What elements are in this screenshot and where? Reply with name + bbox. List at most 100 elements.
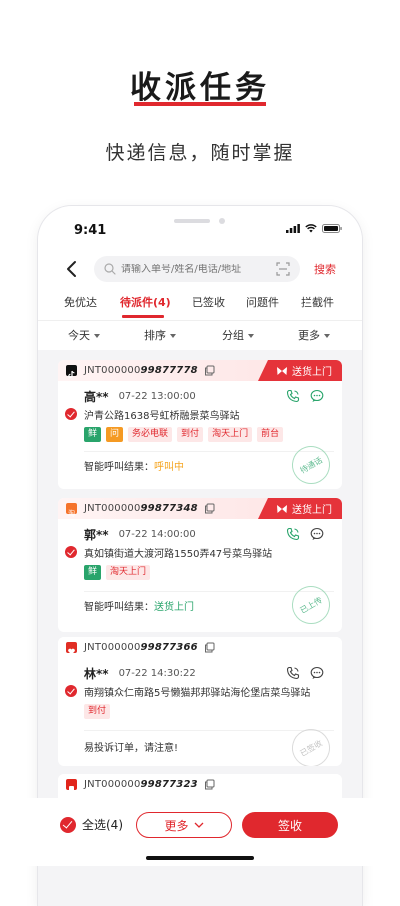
svg-text:淘: 淘 xyxy=(68,509,75,518)
copy-icon[interactable] xyxy=(204,503,215,514)
camera-dot xyxy=(219,218,225,224)
copy-icon[interactable] xyxy=(204,365,215,376)
card-header: 淘 JNT00000099877348 送货上门 xyxy=(58,498,342,519)
card-header: JNT00000099877366 xyxy=(58,637,342,658)
tab-intercepted[interactable]: 拦截件 xyxy=(301,294,334,310)
battery-icon xyxy=(322,224,342,233)
waybill-prefix: JNT000000 xyxy=(84,779,141,790)
caret-down-icon xyxy=(94,333,100,338)
recipient-name: 林** xyxy=(84,666,109,681)
status-icons xyxy=(286,224,342,233)
tag-taotian-door: 淘天上门 xyxy=(208,427,253,442)
hero-subtitle: 快递信息，随时掌握 xyxy=(105,142,295,164)
recipient-line: 高** 07-22 13:00:00 xyxy=(66,387,334,405)
message-icon[interactable] xyxy=(310,389,324,403)
search-button[interactable]: 搜索 xyxy=(314,261,336,277)
tag-must-call: 务必电联 xyxy=(128,427,173,442)
filter-more-label: 更多 xyxy=(298,329,320,342)
parcel-card[interactable]: 淘 JNT00000099877348 送货上门 郭** 07-22 14:00… xyxy=(58,498,342,632)
tab-mianyouda[interactable]: 免优达 xyxy=(64,294,97,310)
pinduoduo-icon xyxy=(66,642,77,655)
search-box[interactable] xyxy=(94,256,300,282)
phone-icon[interactable] xyxy=(286,389,300,403)
message-icon[interactable] xyxy=(310,527,324,541)
checkbox-checked[interactable] xyxy=(65,546,77,558)
tag-list: 鲜 淘天上门 xyxy=(66,565,334,581)
complaint-warning-line: 易投诉订单，请注意! 已签收 xyxy=(66,722,337,766)
address-line: 南翔镇众仁南路5号懒猫邦邦驿站海伦堡店菜鸟驿站 xyxy=(65,682,334,700)
message-icon[interactable] xyxy=(310,666,324,680)
tag-fresh: 鲜 xyxy=(84,427,102,442)
waybill-number: JNT00000099877323 xyxy=(84,779,198,790)
hero-underline xyxy=(134,102,266,106)
delivery-time: 07-22 14:30:22 xyxy=(118,667,196,679)
ribbon-label: 送货上门 xyxy=(292,367,332,378)
address-line: 真如镇街道大渡河路1550弄47号菜鸟驿站 xyxy=(65,543,334,561)
delivery-ribbon: 送货上门 xyxy=(258,498,342,519)
tag-list: 鲜 问 务必电联 到付 淘天上门 前台 xyxy=(66,427,334,443)
checkbox-checked[interactable] xyxy=(65,408,77,420)
filter-sort[interactable]: 排序 xyxy=(144,327,176,343)
waybill-prefix: JNT000000 xyxy=(84,503,141,514)
parcel-card[interactable]: JNT00000099877778 送货上门 高** 07-22 13:00:0… xyxy=(58,360,342,489)
bottom-action-bar: 全选(4) 更多 签收 xyxy=(0,798,400,866)
waybill-number: JNT00000099877366 xyxy=(84,642,198,653)
call-result-label: 智能呼叫结果： xyxy=(84,601,154,613)
signal-icon xyxy=(286,224,300,233)
select-all[interactable]: 全选(4) xyxy=(60,816,123,833)
tab-pending-delivery[interactable]: 待派件(4) xyxy=(120,294,171,310)
active-tab-indicator xyxy=(122,315,164,318)
complaint-warning: 易投诉订单，请注意! xyxy=(84,742,179,754)
hero-title: 收派任务 xyxy=(130,70,270,106)
recipient-name: 高** xyxy=(84,389,109,404)
checkbox-checked[interactable] xyxy=(65,685,77,697)
tag-front-desk: 前台 xyxy=(257,427,284,442)
filter-bar: 今天 排序 分组 更多 xyxy=(38,327,362,345)
tag-question: 问 xyxy=(106,427,124,442)
more-button-label: 更多 xyxy=(164,818,189,833)
delivery-time: 07-22 14:00:00 xyxy=(118,528,196,540)
card-header: JNT00000099877323 xyxy=(58,774,342,795)
phone-icon[interactable] xyxy=(286,666,300,680)
recipient-name: 郭** xyxy=(84,527,109,542)
caret-down-icon xyxy=(248,333,254,338)
select-all-label: 全选(4) xyxy=(82,818,123,832)
call-result-line: 智能呼叫结果： 送货上门 已上传 xyxy=(66,579,337,631)
call-result-line: 智能呼叫结果： 呼叫中 待通话 xyxy=(66,439,337,489)
tab-signed[interactable]: 已签收 xyxy=(192,294,225,310)
select-all-checkbox[interactable] xyxy=(60,816,76,833)
tab-problem[interactable]: 问题件 xyxy=(246,294,279,310)
app-header: 9:41 搜索 免优达 待派件(4) 已签收 问题件 拦截件 今天 xyxy=(38,206,362,350)
address-text: 南翔镇众仁南路5号懒猫邦邦驿站海伦堡店菜鸟驿站 xyxy=(84,687,311,699)
card-header: JNT00000099877778 送货上门 xyxy=(58,360,342,381)
waybill-number: JNT00000099877348 xyxy=(84,503,198,514)
parcel-card[interactable]: JNT00000099877366 林** 07-22 14:30:22 南翔镇… xyxy=(58,637,342,766)
card-body: 郭** 07-22 14:00:00 真如镇街道大渡河路1550弄47号菜鸟驿站… xyxy=(58,519,342,631)
card-body: 高** 07-22 13:00:00 沪青公路1638号虹桥融景菜鸟驿站 鲜 问… xyxy=(58,381,342,489)
delivery-ribbon: 送货上门 xyxy=(258,360,342,381)
sign-button[interactable]: 签收 xyxy=(242,812,338,838)
filter-group[interactable]: 分组 xyxy=(222,327,254,343)
recipient-line: 郭** 07-22 14:00:00 xyxy=(66,525,334,543)
tiktok-icon xyxy=(66,365,77,379)
status-tabs: 免优达 待派件(4) 已签收 问题件 拦截件 xyxy=(38,294,362,318)
status-time: 9:41 xyxy=(74,223,107,238)
filter-date[interactable]: 今天 xyxy=(68,327,100,343)
home-indicator xyxy=(146,856,254,860)
scan-icon[interactable] xyxy=(276,262,290,276)
chevron-down-icon xyxy=(194,822,203,828)
call-result-value: 送货上门 xyxy=(154,601,194,613)
waybill-number: JNT00000099877778 xyxy=(84,365,198,376)
waybill-suffix: 99877778 xyxy=(140,365,198,376)
delivery-time: 07-22 13:00:00 xyxy=(118,390,196,402)
more-button[interactable]: 更多 xyxy=(136,812,232,838)
copy-icon[interactable] xyxy=(204,642,215,653)
waybill-suffix: 99877348 xyxy=(140,503,198,514)
back-arrow-icon[interactable] xyxy=(64,259,80,279)
copy-icon[interactable] xyxy=(204,779,215,790)
filter-more[interactable]: 更多 xyxy=(298,327,330,343)
search-input[interactable] xyxy=(121,263,271,275)
tag-cod: 到付 xyxy=(177,427,204,442)
phone-icon[interactable] xyxy=(286,527,300,541)
tag-taotian-door: 淘天上门 xyxy=(106,565,151,580)
